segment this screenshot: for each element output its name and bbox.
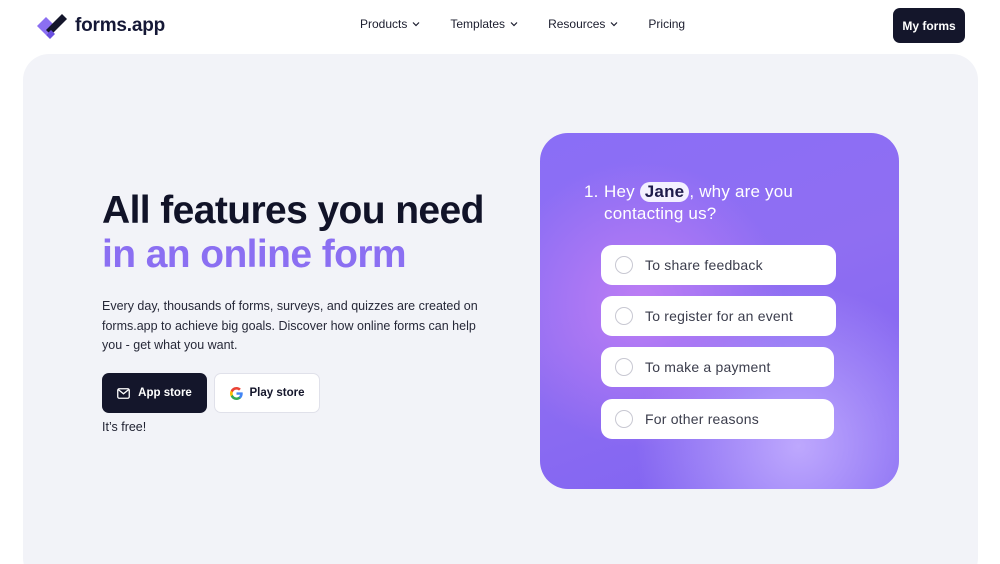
- free-note: It’s free!: [102, 420, 147, 434]
- nav-products[interactable]: Products: [360, 17, 420, 31]
- chevron-down-icon: [610, 22, 618, 27]
- nav-pricing-label: Pricing: [648, 17, 686, 31]
- hero-title-line2: in an online form: [102, 233, 407, 276]
- form-option-make-payment[interactable]: To make a payment: [601, 347, 834, 387]
- play-store-button[interactable]: Play store: [214, 373, 320, 413]
- nav-pricing[interactable]: Pricing: [648, 17, 685, 31]
- nav-templates-label: Templates: [450, 17, 506, 31]
- question-name-chip: Jane: [639, 182, 690, 202]
- site-header: forms.app Products Templates Resources P…: [0, 0, 1000, 52]
- hero-title: All features you need in an online form: [102, 189, 522, 277]
- nav-products-label: Products: [360, 17, 408, 31]
- chevron-down-icon: [510, 22, 518, 27]
- logo-text: forms.app: [75, 15, 166, 36]
- radio-button[interactable]: [615, 410, 633, 428]
- form-option-other-reasons[interactable]: For other reasons: [601, 399, 834, 439]
- nav-templates[interactable]: Templates: [450, 17, 518, 31]
- app-store-button[interactable]: App store: [102, 373, 207, 413]
- radio-button[interactable]: [615, 358, 633, 376]
- forms-app-logo-icon: [37, 14, 67, 39]
- question-number: 1.: [584, 182, 599, 201]
- form-option-share-feedback[interactable]: To share feedback: [601, 245, 836, 285]
- hero-title-line1: All features you need: [102, 189, 484, 232]
- option-label: To register for an event: [645, 308, 793, 324]
- app-store-label: App store: [138, 387, 192, 399]
- option-label: To share feedback: [645, 257, 763, 273]
- form-preview-card: 1. Hey Jane, why are you contacting us? …: [540, 133, 899, 489]
- google-icon: [229, 386, 243, 400]
- question-prefix: Hey: [604, 182, 635, 201]
- chevron-down-icon: [412, 22, 420, 27]
- my-forms-button[interactable]: My forms: [893, 8, 965, 43]
- play-store-label: Play store: [249, 387, 305, 399]
- option-label: For other reasons: [645, 411, 759, 427]
- form-question: 1. Hey Jane, why are you contacting us?: [584, 181, 854, 225]
- nav-resources-label: Resources: [548, 17, 606, 31]
- mail-icon: [117, 387, 131, 399]
- logo[interactable]: forms.app: [35, 12, 165, 40]
- hero-description: Every day, thousands of forms, surveys, …: [102, 299, 478, 352]
- main-nav: Products Templates Resources Pricing: [360, 17, 685, 31]
- form-option-register-event[interactable]: To register for an event: [601, 296, 836, 336]
- nav-resources[interactable]: Resources: [548, 17, 618, 31]
- radio-button[interactable]: [615, 256, 633, 274]
- option-label: To make a payment: [645, 359, 771, 375]
- radio-button[interactable]: [615, 307, 633, 325]
